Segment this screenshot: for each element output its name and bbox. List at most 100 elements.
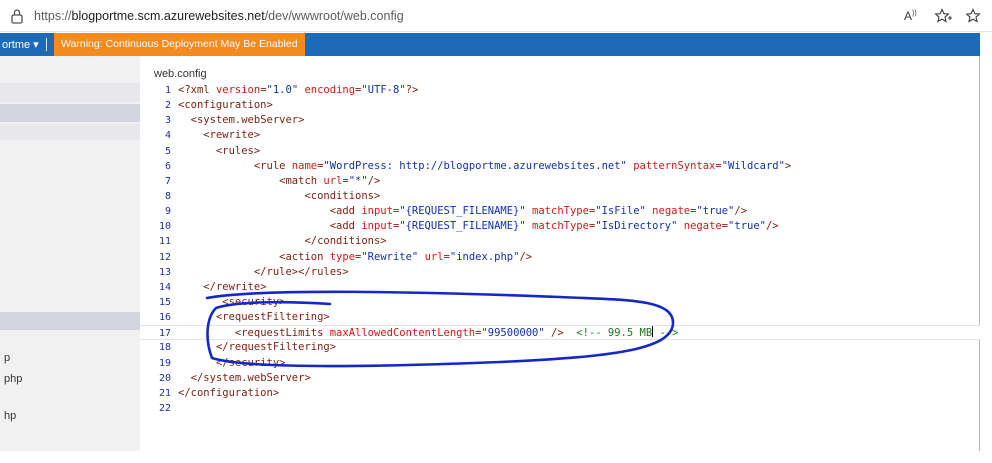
line-number: 11	[158, 236, 171, 248]
code-token: </system.webServer>	[190, 371, 311, 384]
line-number: 20	[158, 372, 171, 384]
code-line[interactable]: 16 <requestFiltering>	[140, 310, 980, 325]
site-menu-dropdown[interactable]: ortme ▾	[2, 38, 39, 51]
code-token: />	[734, 205, 748, 218]
sidebar-item-selected[interactable]	[0, 312, 140, 330]
code-token: "true"	[696, 205, 735, 218]
line-number: 18	[158, 342, 171, 354]
sidebar: p php hp	[0, 56, 140, 451]
sidebar-item-selected[interactable]	[0, 104, 140, 122]
sidebar-item[interactable]	[0, 83, 140, 102]
code-line[interactable]: 17 <requestLimits maxAllowedContentLengt…	[140, 325, 980, 341]
code-line[interactable]: 19 </security>	[140, 356, 980, 371]
code-line[interactable]: 14 </rewrite>	[140, 280, 980, 295]
line-source: <system.webServer>	[178, 113, 305, 128]
line-source: <add input="{REQUEST_FILENAME}" matchTyp…	[178, 219, 779, 234]
line-number: 12	[158, 251, 171, 263]
line-number: 3	[164, 115, 171, 127]
code-line[interactable]: 4 <rewrite>	[140, 128, 980, 143]
code-token: "99500000"	[481, 327, 545, 340]
code-token: -->	[653, 327, 679, 340]
line-source: <configuration>	[178, 98, 273, 113]
code-line[interactable]: 8 <conditions>	[140, 189, 980, 204]
code-token: matchType	[532, 205, 589, 218]
code-token: "{REQUEST_FILENAME}"	[399, 220, 526, 233]
line-source: <requestLimits maxAllowedContentLength="…	[178, 326, 678, 341]
top-nav-bar: ortme ▾ Warning: Continuous Deployment M…	[0, 33, 980, 56]
code-token: name	[291, 159, 318, 172]
address-bar[interactable]: https://blogportme.scm.azurewebsites.net…	[0, 0, 992, 32]
line-source: <?xml version="1.0" encoding="UTF-8"?>	[178, 83, 418, 98]
lock-icon[interactable]	[10, 8, 24, 24]
code-token: matchType	[532, 220, 589, 233]
sidebar-file-hp[interactable]: hp	[4, 410, 16, 422]
code-line[interactable]: 6 <rule name="WordPress: http://blogport…	[140, 159, 980, 174]
code-line[interactable]: 20 </system.webServer>	[140, 371, 980, 386]
code-line[interactable]: 7 <match url="*"/>	[140, 174, 980, 189]
continuous-deployment-warning: Warning: Continuous Deployment May Be En…	[54, 33, 305, 56]
line-number: 2	[164, 100, 171, 112]
window-bottom-edge	[0, 451, 992, 463]
file-name: web.config	[154, 68, 207, 80]
code-line[interactable]: 12 <action type="Rewrite" url="index.php…	[140, 250, 980, 265]
favorites-icon[interactable]	[966, 8, 984, 24]
code-token: <requestFiltering>	[215, 311, 330, 324]
code-token: version	[215, 84, 261, 96]
code-token: <match	[279, 174, 324, 187]
code-line[interactable]: 10 <add input="{REQUEST_FILENAME}" match…	[140, 219, 980, 234]
line-source: </system.webServer>	[178, 371, 311, 386]
code-token: input	[361, 220, 393, 233]
line-source: <add input="{REQUEST_FILENAME}" matchTyp…	[178, 204, 747, 219]
code-token: <rules>	[215, 144, 261, 157]
code-line[interactable]: 3 <system.webServer>	[140, 113, 980, 128]
code-line[interactable]: 13 </rule></rules>	[140, 265, 980, 280]
code-token: <add	[329, 205, 362, 218]
line-number: 10	[158, 221, 171, 233]
line-number: 13	[158, 266, 171, 278]
url-prefix: https://	[34, 9, 72, 23]
line-source: <rules>	[178, 144, 260, 159]
line-source: <security>	[178, 295, 285, 310]
line-source: <conditions>	[178, 189, 380, 204]
line-number: 15	[158, 296, 171, 308]
code-token: />	[367, 174, 381, 187]
code-line[interactable]: 9 <add input="{REQUEST_FILENAME}" matchT…	[140, 204, 980, 219]
read-aloud-icon[interactable]: A))	[904, 9, 922, 25]
code-token: "true"	[728, 220, 766, 233]
sidebar-file-p[interactable]: p	[4, 352, 10, 364]
url-path: /dev/wwwroot/web.config	[264, 9, 404, 23]
code-line[interactable]: 11 </conditions>	[140, 234, 980, 249]
line-number: 19	[158, 357, 171, 369]
code-token: input	[361, 205, 393, 218]
code-line[interactable]: 2 <configuration>	[140, 98, 980, 113]
line-number: 21	[158, 387, 171, 399]
code-editor[interactable]: web.config 1 <?xml version="1.0" encoding…	[140, 56, 980, 451]
url-text[interactable]: https://blogportme.scm.azurewebsites.net…	[34, 9, 404, 23]
line-number: 7	[164, 175, 171, 187]
code-line[interactable]: 21 </configuration>	[140, 386, 980, 401]
code-token: >	[784, 159, 792, 172]
line-number: 22	[158, 402, 171, 414]
code-line[interactable]: 18 </requestFiltering>	[140, 340, 980, 355]
code-token: </conditions>	[304, 235, 387, 248]
sidebar-item[interactable]	[0, 124, 140, 140]
favorite-star-icon[interactable]	[934, 8, 952, 24]
code-token: </rewrite>	[203, 280, 267, 293]
code-token: "Wildcard"	[721, 159, 785, 172]
code-line[interactable]: 15 <security>	[140, 295, 980, 310]
code-line[interactable]: 1 <?xml version="1.0" encoding="UTF-8"?>	[140, 83, 980, 98]
code-line[interactable]: 5 <rules>	[140, 144, 980, 159]
code-token: />	[519, 250, 533, 263]
line-number: 16	[158, 312, 171, 324]
sidebar-file-php[interactable]: php	[4, 373, 22, 385]
line-source: </rewrite>	[178, 280, 267, 295]
line-number: 14	[158, 281, 171, 293]
code-token: maxAllowedContentLength	[329, 327, 476, 340]
code-line[interactable]: 22	[140, 401, 980, 416]
code-token: <?xml	[178, 84, 216, 96]
code-token: type	[329, 250, 356, 263]
code-lines[interactable]: 1 <?xml version="1.0" encoding="UTF-8"?> 2…	[140, 83, 980, 416]
code-token: <action	[279, 250, 330, 263]
line-number: 4	[164, 130, 171, 142]
code-token: patternSyntax	[633, 159, 716, 172]
